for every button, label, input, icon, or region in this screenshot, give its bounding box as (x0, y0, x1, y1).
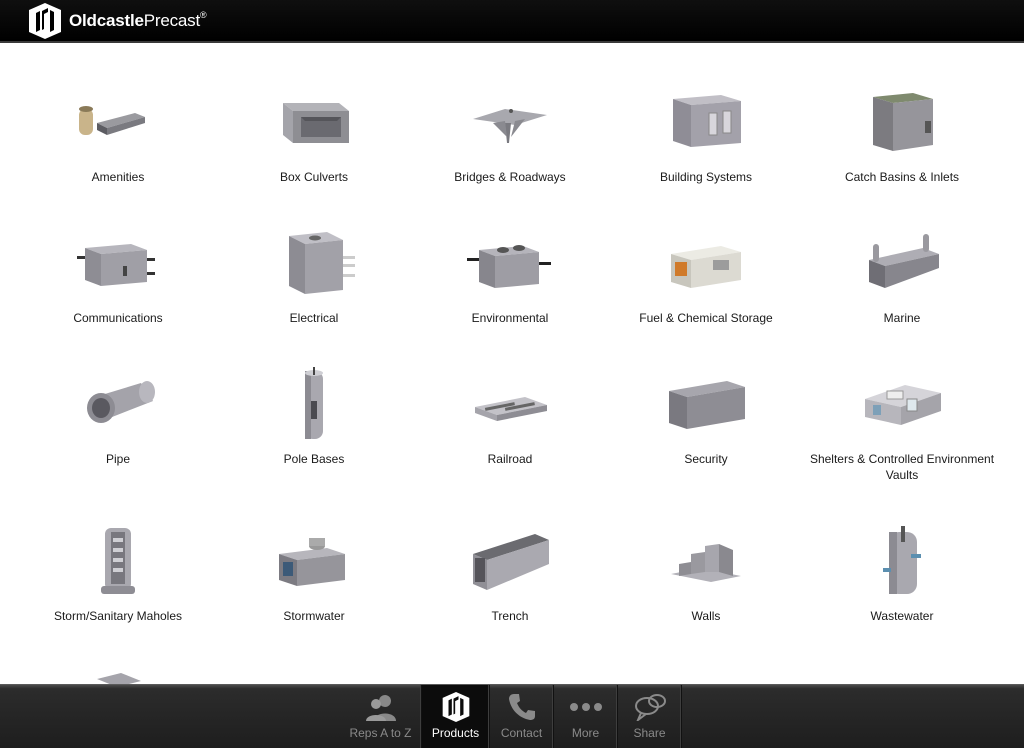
product-label: Trench (491, 609, 529, 623)
oldcastle-logo-icon (29, 2, 61, 39)
product-tile-trench[interactable]: Trench (412, 524, 608, 654)
product-tile-pole-bases[interactable]: Pole Bases (216, 367, 412, 497)
trench-icon (465, 524, 555, 600)
product-label: Wastewater (870, 609, 934, 623)
manhole-icon (73, 524, 163, 600)
shelter-icon (857, 367, 947, 443)
product-tile-catch-basins[interactable]: Catch Basins & Inlets (804, 85, 1000, 215)
product-tile-building-systems[interactable]: Building Systems (608, 85, 804, 215)
product-tile-communications[interactable]: Communications (20, 226, 216, 356)
product-tile-railroad[interactable]: Railroad (412, 367, 608, 497)
tab-label: Contact (500, 726, 543, 740)
product-label: Catch Basins & Inlets (844, 170, 960, 184)
railroad-tie-icon (465, 367, 555, 443)
tab-label: More (571, 726, 600, 740)
product-label: Storm/Sanitary Maholes (53, 609, 183, 623)
product-tile-walls[interactable]: Walls (608, 524, 804, 654)
fuel-tank-icon (661, 226, 751, 302)
product-label: Shelters & Controlled Environment Vaults (809, 452, 995, 482)
building-icon (661, 85, 751, 161)
tab-products[interactable]: Products (422, 685, 490, 748)
product-label: Marine (883, 311, 921, 325)
product-tile-bridges-roadways[interactable]: Bridges & Roadways (412, 85, 608, 215)
product-tile-electrical[interactable]: Electrical (216, 226, 412, 356)
retaining-wall-icon (661, 524, 751, 600)
product-label: Bridges & Roadways (454, 170, 566, 184)
product-label: Box Culverts (279, 170, 349, 184)
brand-name-light: Precast (143, 10, 200, 30)
products-grid-view[interactable]: Amenities Box Culverts Bridges & Roadway… (0, 45, 1024, 684)
marine-dock-icon (857, 226, 947, 302)
registered-mark: ® (199, 9, 207, 20)
product-tile-environmental[interactable]: Environmental (412, 226, 608, 356)
product-tile-pipe[interactable]: Pipe (20, 367, 216, 497)
tab-bar: Reps A to Z Products Contact More Share (0, 684, 1024, 748)
product-label: Building Systems (659, 170, 753, 184)
product-tile-security[interactable]: Security (608, 367, 804, 497)
pole-base-icon (269, 367, 359, 443)
tab-reps-a-to-z[interactable]: Reps A to Z (340, 685, 422, 748)
tab-label: Products (431, 726, 480, 740)
product-label: Electrical (289, 311, 339, 325)
product-tile-shelters[interactable]: Shelters & Controlled Environment Vaults (804, 367, 1000, 497)
catch-basin-icon (857, 85, 947, 161)
product-label: Environmental (471, 311, 549, 325)
oldcastle-logo-icon (439, 692, 473, 722)
tab-contact[interactable]: Contact (490, 685, 554, 748)
product-label: Walls (691, 609, 721, 623)
box-culvert-icon (269, 85, 359, 161)
tab-bar-items: Reps A to Z Products Contact More Share (340, 685, 682, 748)
product-label: Communications (73, 311, 163, 325)
partial-product-icon (73, 669, 163, 684)
tab-share[interactable]: Share (618, 685, 682, 748)
tab-more[interactable]: More (554, 685, 618, 748)
product-label: Fuel & Chemical Storage (639, 311, 773, 325)
product-tile-partial[interactable] (20, 669, 216, 684)
wastewater-icon (857, 524, 947, 600)
tab-label: Share (633, 726, 666, 740)
product-label: Pole Bases (283, 452, 345, 466)
pipe-icon (73, 367, 163, 443)
product-tile-fuel-chemical[interactable]: Fuel & Chemical Storage (608, 226, 804, 356)
product-tile-stormwater[interactable]: Stormwater (216, 524, 412, 654)
stormwater-icon (269, 524, 359, 600)
brand-name: OldcastlePrecast® (69, 9, 207, 31)
product-tile-wastewater[interactable]: Wastewater (804, 524, 1000, 654)
product-tile-marine[interactable]: Marine (804, 226, 1000, 356)
product-tile-storm-sanitary[interactable]: Storm/Sanitary Maholes (20, 524, 216, 654)
electrical-vault-icon (269, 226, 359, 302)
product-label: Amenities (91, 170, 145, 184)
more-dots-icon (569, 692, 603, 722)
product-tile-amenities[interactable]: Amenities (20, 85, 216, 215)
amenities-icon (73, 85, 163, 161)
product-label: Railroad (487, 452, 533, 466)
share-bubbles-icon (633, 692, 667, 722)
product-label: Pipe (105, 452, 131, 466)
phone-icon (505, 692, 539, 722)
tab-label: Reps A to Z (349, 726, 412, 740)
app-header: OldcastlePrecast® (0, 0, 1024, 43)
oldcastle-logo: OldcastlePrecast® (27, 2, 207, 40)
environmental-tank-icon (465, 226, 555, 302)
brand-name-bold: Oldcastle (69, 10, 144, 30)
product-label: Security (684, 452, 728, 466)
bridge-icon (465, 85, 555, 161)
security-barrier-icon (661, 367, 751, 443)
product-label: Stormwater (283, 609, 345, 623)
communications-vault-icon (73, 226, 163, 302)
people-icon (364, 692, 398, 722)
product-tile-box-culverts[interactable]: Box Culverts (216, 85, 412, 215)
